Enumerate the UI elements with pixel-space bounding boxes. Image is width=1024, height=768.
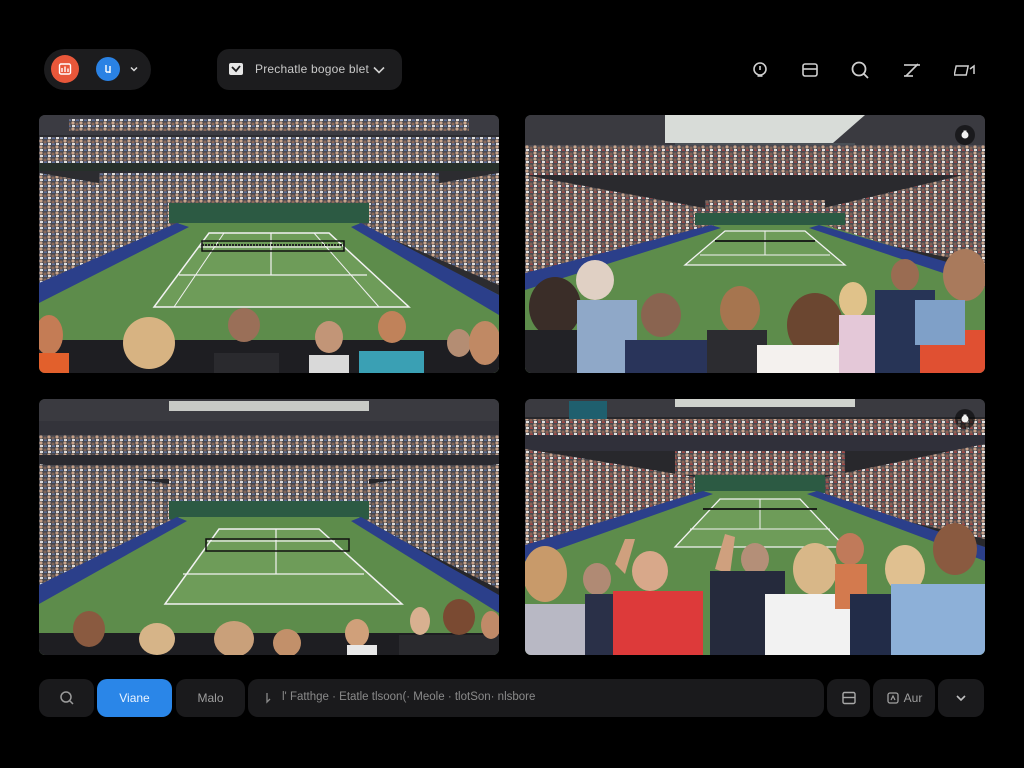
mode-button-label: Malo — [197, 691, 224, 705]
layout-icon[interactable] — [798, 58, 822, 82]
view-button[interactable]: Viane — [97, 679, 172, 717]
bottom-bar: Viane Malo l' Fatthge · Etatle tlsoon(· … — [0, 670, 1024, 730]
zoom-icon[interactable] — [748, 58, 772, 82]
tennis-stadium-image — [39, 115, 499, 373]
photo-tile[interactable] — [525, 115, 985, 373]
tennis-stadium-image — [39, 399, 499, 655]
expand-button[interactable] — [938, 679, 984, 717]
photo-tile[interactable] — [39, 115, 499, 373]
camera-icon[interactable] — [953, 58, 977, 82]
photo-tile[interactable] — [39, 399, 499, 655]
chevron-down-icon — [956, 695, 966, 702]
chevron-down-icon[interactable] — [128, 63, 140, 75]
search-icon[interactable] — [848, 58, 872, 82]
image-gallery-icon[interactable] — [51, 55, 79, 83]
tennis-stadium-image — [525, 115, 985, 373]
session-dropdown[interactable]: Prechatle bogoe blet — [217, 49, 402, 90]
folder-badge-icon — [229, 63, 243, 75]
mode-button[interactable]: Malo — [176, 679, 245, 717]
prompt-text: l' Fatthge · Etatle tlsoon(· Meole · tlo… — [282, 691, 536, 703]
attach-icon — [887, 692, 899, 704]
layout-button[interactable] — [827, 679, 870, 717]
prompt-icon — [266, 693, 271, 704]
app-window: Prechatle bogoe blet Viane Malo l' Fatth… — [0, 0, 1024, 768]
search-button[interactable] — [39, 679, 94, 717]
search-icon — [59, 691, 74, 705]
tile-options-icon[interactable] — [955, 125, 975, 145]
prompt-input[interactable]: l' Fatthge · Etatle tlsoon(· Meole · tlo… — [248, 679, 824, 717]
session-title: Prechatle bogoe blet — [255, 62, 370, 76]
layout-icon — [841, 691, 856, 705]
tennis-stadium-image — [525, 399, 985, 655]
attach-button[interactable]: Aur — [873, 679, 935, 717]
account-switcher[interactable] — [44, 49, 151, 90]
edit-icon[interactable] — [900, 58, 924, 82]
share-icon[interactable] — [96, 57, 120, 81]
tile-options-icon[interactable] — [955, 409, 975, 429]
photo-tile[interactable] — [525, 399, 985, 655]
attach-label: Aur — [903, 691, 923, 705]
view-button-label: Viane — [119, 691, 150, 705]
chevron-down-icon[interactable] — [372, 64, 386, 76]
